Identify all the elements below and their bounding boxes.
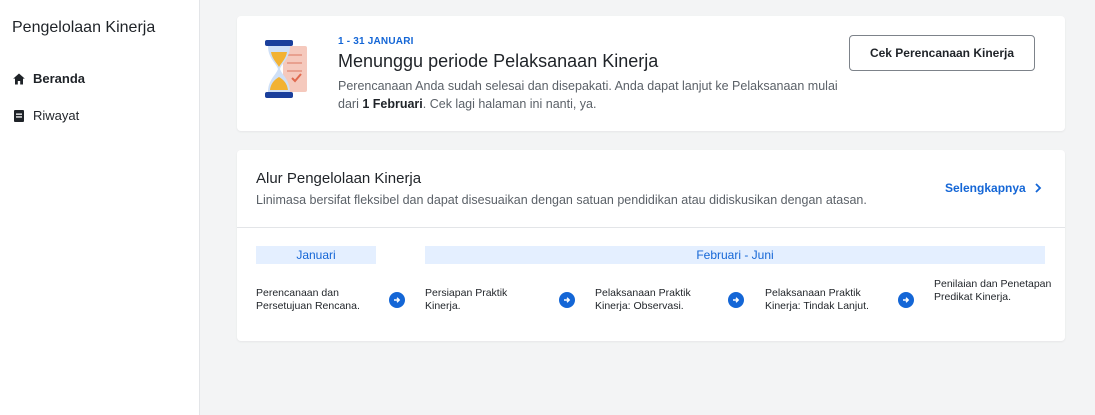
sidebar-item-riwayat[interactable]: Riwayat — [12, 108, 79, 123]
flow-step: Persiapan Praktik Kinerja. — [425, 287, 508, 312]
flow-description: Linimasa bersifat fleksibel dan dapat di… — [256, 193, 867, 207]
document-icon — [14, 109, 24, 122]
see-more-label: Selengkapnya — [945, 181, 1026, 195]
status-description: Perencanaan Anda sudah selesai dan disep… — [338, 77, 838, 113]
flow-step: Perencanaan dan Persetujuan Rencana. — [256, 287, 360, 312]
sidebar-item-label: Beranda — [33, 71, 86, 86]
flow-title: Alur Pengelolaan Kinerja — [256, 170, 422, 187]
arrow-right-icon — [898, 292, 914, 308]
chevron-right-icon — [1035, 183, 1041, 193]
flow-step: Penilaian dan Penetapan Predikat Kinerja… — [934, 278, 1052, 303]
hourglass-icon — [265, 40, 307, 98]
month-february-june: Februari - Juni — [425, 246, 1045, 264]
flow-step: Pelaksanaan Praktik Kinerja: Tindak Lanj… — [765, 287, 869, 312]
arrow-right-icon — [559, 292, 575, 308]
sidebar-item-label: Riwayat — [33, 108, 80, 123]
flow-card: Alur Pengelolaan Kinerja Linimasa bersif… — [237, 150, 1065, 341]
status-description-date: 1 Februari — [362, 97, 423, 111]
arrow-right-icon — [728, 292, 744, 308]
status-title: Menunggu periode Pelaksanaan Kinerja — [338, 51, 659, 71]
see-more-link[interactable]: Selengkapnya — [945, 181, 1042, 195]
arrow-right-icon — [389, 292, 405, 308]
month-january: Januari — [256, 246, 376, 264]
divider — [237, 227, 1065, 228]
period-label: 1 - 31 JANUARI — [338, 36, 414, 47]
status-description-text-end: . Cek lagi halaman ini nanti, ya. — [422, 97, 597, 111]
status-card: 1 - 31 JANUARI Menunggu periode Pelaksan… — [237, 16, 1065, 131]
sidebar: Pengelolaan Kinerja Beranda Riwayat — [0, 0, 200, 415]
sidebar-item-beranda[interactable]: Beranda — [12, 71, 85, 86]
flow-step: Pelaksanaan Praktik Kinerja: Observasi. — [595, 287, 691, 312]
sidebar-title: Pengelolaan Kinerja — [12, 19, 156, 36]
check-plan-button[interactable]: Cek Perencanaan Kinerja — [849, 35, 1035, 71]
home-icon — [13, 73, 25, 84]
